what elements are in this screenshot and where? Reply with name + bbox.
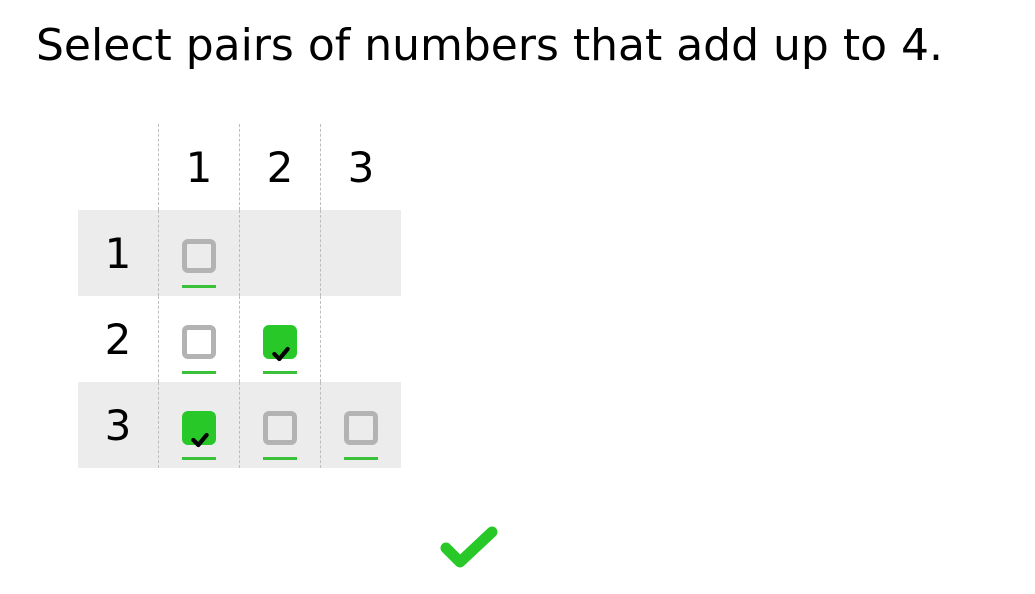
row-header-2: 2 (78, 296, 159, 382)
cell-3-2 (240, 382, 321, 468)
checkbox-2-2[interactable] (263, 325, 297, 359)
cell-2-3 (321, 296, 402, 382)
checkbox-3-2[interactable] (263, 411, 297, 445)
row-header-1: 1 (78, 210, 159, 296)
checkbox-1-1[interactable] (182, 239, 216, 273)
cell-3-1 (159, 382, 240, 468)
cell-2-2 (240, 296, 321, 382)
cell-1-2 (240, 210, 321, 296)
cell-3-3 (321, 382, 402, 468)
col-header-1: 1 (159, 124, 240, 210)
checkmark-icon (440, 524, 498, 570)
col-header-2: 2 (240, 124, 321, 210)
cell-1-3 (321, 210, 402, 296)
question-prompt: Select pairs of numbers that add up to 4… (36, 22, 943, 70)
checkbox-3-1[interactable] (182, 411, 216, 445)
cell-2-1 (159, 296, 240, 382)
checkbox-3-3[interactable] (344, 411, 378, 445)
row-header-3: 3 (78, 382, 159, 468)
confirm-button[interactable] (440, 524, 498, 574)
grid-corner (78, 124, 159, 210)
col-header-3: 3 (321, 124, 402, 210)
selection-grid: 1 2 3 1 2 (78, 124, 401, 468)
cell-1-1 (159, 210, 240, 296)
checkbox-2-1[interactable] (182, 325, 216, 359)
